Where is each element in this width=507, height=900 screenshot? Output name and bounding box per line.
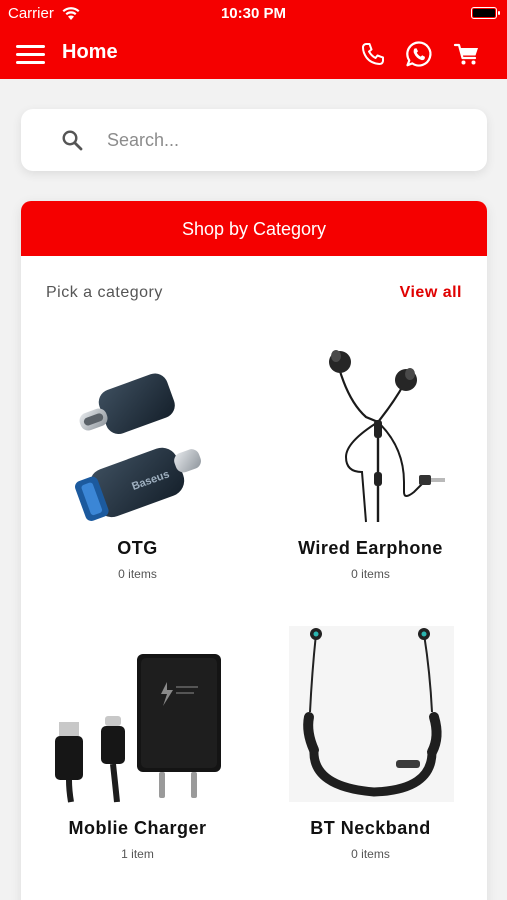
phone-icon[interactable]	[358, 39, 388, 69]
category-item-bt-neckband[interactable]: BT Neckband 0 items	[254, 612, 487, 892]
search-input[interactable]	[107, 126, 467, 154]
otg-adapter-image: Baseus	[75, 373, 201, 521]
category-header: Shop by Category	[21, 201, 487, 256]
bt-neckband-image	[289, 626, 454, 802]
status-time: 10:30 PM	[220, 5, 287, 22]
category-name: BT Neckband	[310, 818, 431, 838]
view-all-link[interactable]: View all	[400, 284, 462, 302]
category-count: 1 item	[121, 847, 154, 861]
pick-category-label: Pick a category	[46, 284, 163, 301]
app-header: Carrier 10:30 PM Home	[0, 0, 507, 79]
menu-icon[interactable]	[16, 44, 45, 64]
category-name: Moblie Charger	[68, 818, 207, 838]
battery-icon	[471, 7, 500, 19]
wired-earphone-image	[329, 350, 445, 523]
whatsapp-icon[interactable]	[404, 39, 434, 69]
category-name: Wired Earphone	[298, 538, 443, 558]
category-count: 0 items	[351, 567, 390, 581]
search-bar[interactable]	[21, 109, 487, 171]
category-item-wired-earphone[interactable]: Wired Earphone 0 items	[254, 332, 487, 612]
cart-icon[interactable]	[452, 39, 482, 69]
category-subheader: Pick a category View all	[21, 256, 487, 332]
search-icon	[62, 130, 83, 151]
category-item-otg[interactable]: Baseus OTG 0 items	[21, 332, 254, 612]
mobile-charger-image	[55, 654, 221, 803]
category-item-mobile-charger[interactable]: Moblie Charger 1 item	[21, 612, 254, 892]
category-count: 0 items	[118, 567, 157, 581]
nav-bar: Home	[0, 28, 507, 79]
category-card: Shop by Category Pick a category View al…	[21, 201, 487, 900]
status-bar: Carrier 10:30 PM	[0, 0, 507, 28]
category-name: OTG	[117, 538, 158, 558]
category-count: 0 items	[351, 847, 390, 861]
page-title: Home	[62, 41, 118, 63]
